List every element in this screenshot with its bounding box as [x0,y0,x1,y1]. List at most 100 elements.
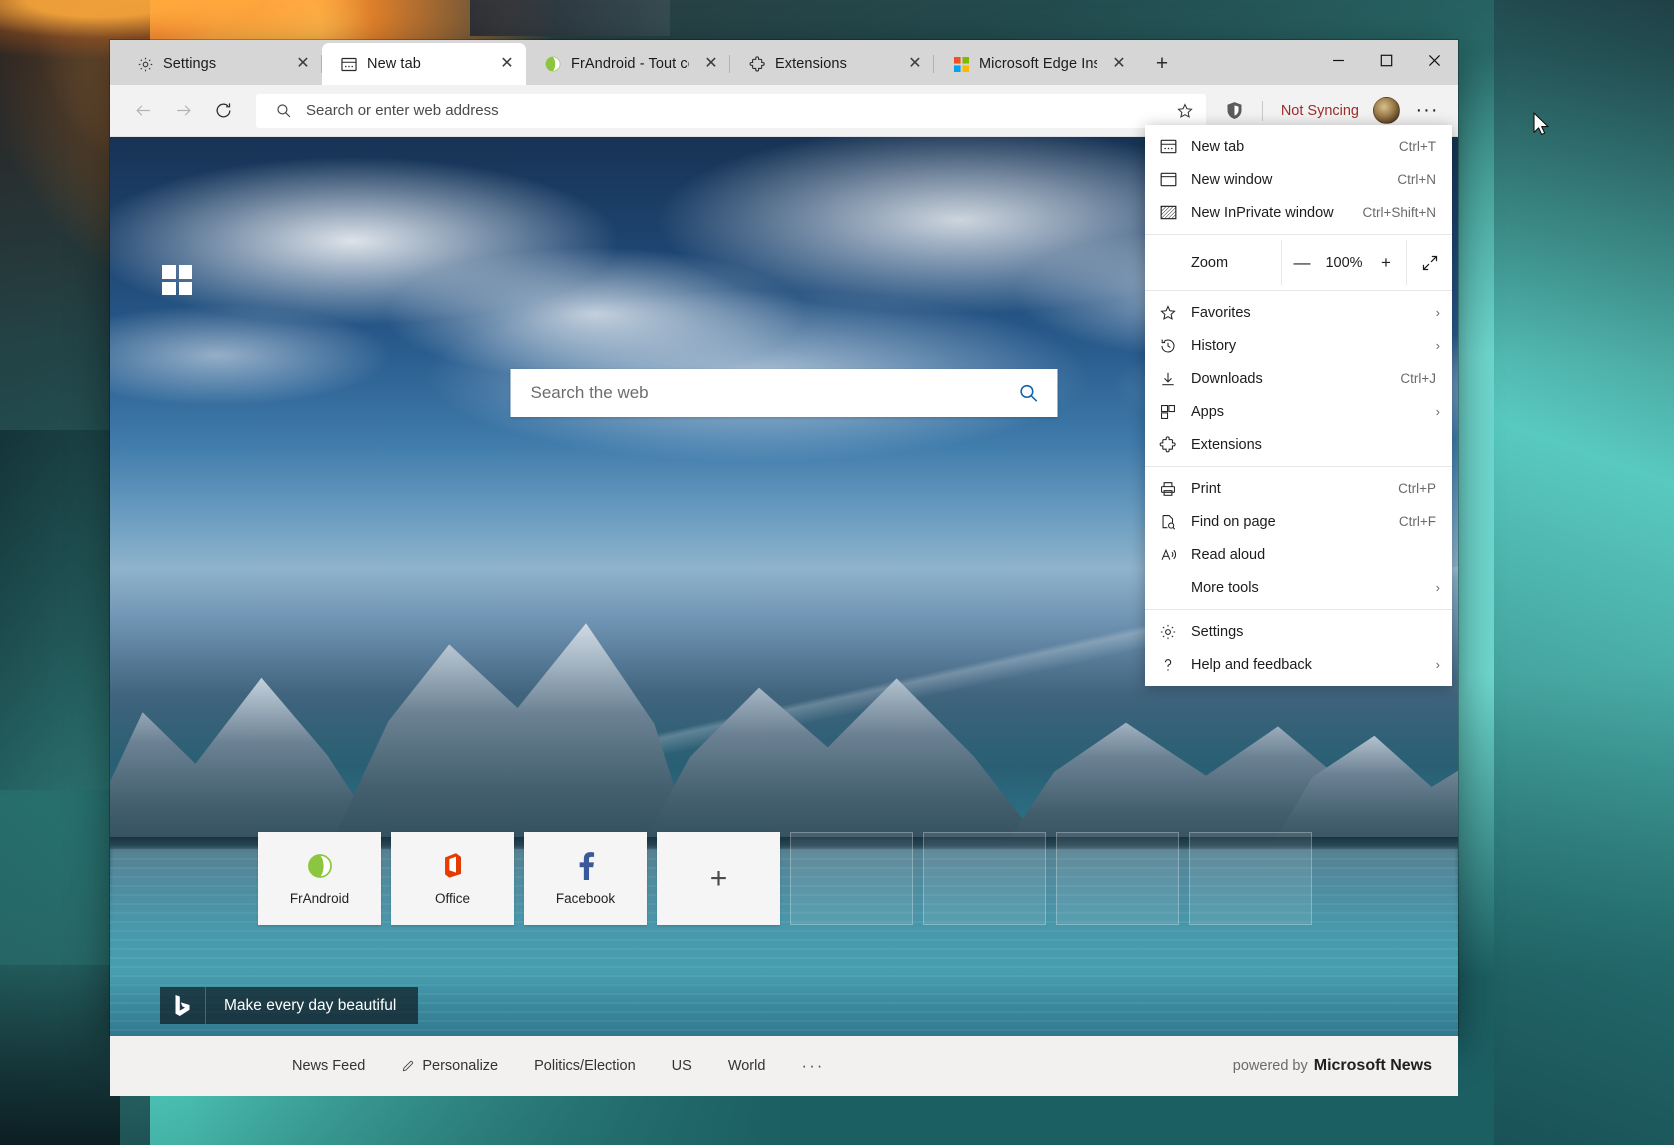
menu-divider [1145,609,1452,610]
inprivate-icon [1145,205,1191,220]
tab-close-icon[interactable]: ✕ [494,51,520,77]
window-controls [1314,40,1458,80]
zoom-out-button[interactable]: — [1284,241,1320,285]
zoom-value: 100% [1325,254,1363,271]
forward-arrow-icon[interactable] [164,92,202,130]
web-search-input[interactable]: Search the web [531,383,1014,403]
menu-item-history[interactable]: History › [1145,329,1452,362]
tab-close-icon[interactable]: ✕ [902,51,928,77]
menu-item-label: Print [1191,480,1221,497]
menu-item-shortcut: Ctrl+T [1398,139,1436,154]
tab-new-tab[interactable]: New tab ✕ [322,43,526,85]
menu-item-new-window[interactable]: New window Ctrl+N [1145,163,1452,196]
news-more-button[interactable]: ··· [801,1056,824,1076]
news-link-label: Personalize [422,1058,499,1074]
web-search-box[interactable]: Search the web [510,369,1058,417]
menu-item-find-on-page[interactable]: Find on page Ctrl+F [1145,505,1452,538]
news-link-world[interactable]: World [728,1058,766,1074]
office-icon [440,852,466,880]
address-input[interactable]: Search or enter web address [294,102,1170,119]
empty-tile[interactable] [1189,832,1312,925]
sync-status-label[interactable]: Not Syncing [1273,103,1367,119]
tab-microsoft-edge-insider-addons[interactable]: Microsoft Edge Insider Addo ✕ [934,43,1138,85]
settings-and-more-menu: New tab Ctrl+T New window Ctrl+N New InP… [1145,125,1452,686]
back-arrow-icon[interactable] [124,92,162,130]
news-link-news-feed[interactable]: News Feed [292,1058,365,1074]
tab-close-icon[interactable]: ✕ [290,51,316,77]
menu-item-more-tools[interactable]: More tools › [1145,571,1452,604]
empty-tile[interactable] [923,832,1046,925]
news-link-us[interactable]: US [672,1058,692,1074]
quick-links: FrAndroid Office Facebook + [258,832,1312,925]
quick-link-tile[interactable]: Office [391,832,514,925]
tab-close-icon[interactable]: ✕ [1106,51,1132,77]
menu-item-extensions[interactable]: Extensions [1145,428,1452,461]
menu-zoom-row: Zoom — 100% + [1145,240,1452,285]
zoom-in-button[interactable]: + [1368,241,1404,285]
add-quick-link-tile[interactable]: + [657,832,780,925]
menu-item-apps[interactable]: Apps › [1145,395,1452,428]
star-icon[interactable] [1170,96,1200,126]
bing-icon [160,987,206,1024]
menu-item-downloads[interactable]: Downloads Ctrl+J [1145,362,1452,395]
empty-tile[interactable] [1056,832,1179,925]
find-icon [1145,513,1191,531]
news-link-politics-election[interactable]: Politics/Election [534,1058,636,1074]
menu-item-label: Favorites [1191,304,1251,321]
menu-item-help-and-feedback[interactable]: Help and feedback › [1145,648,1452,681]
menu-item-settings[interactable]: Settings [1145,615,1452,648]
printer-icon [1145,480,1191,498]
shield-icon[interactable] [1218,94,1252,128]
quick-link-tile[interactable]: FrAndroid [258,832,381,925]
menu-item-label: History [1191,337,1237,354]
menu-item-label: Downloads [1191,370,1263,387]
puzzle-icon [1145,435,1191,454]
powered-by-prefix: powered by [1232,1058,1308,1074]
menu-divider [1145,234,1452,235]
fullscreen-button[interactable] [1406,240,1452,285]
bing-banner-text: Make every day beautiful [224,996,397,1014]
newtab-icon [1145,139,1191,154]
menu-item-print[interactable]: Print Ctrl+P [1145,472,1452,505]
tab-extensions[interactable]: Extensions ✕ [730,43,934,85]
pencil-icon [401,1059,415,1073]
chevron-right-icon: › [1435,580,1440,595]
close-button[interactable] [1410,40,1458,80]
wallpaper-stroke [0,965,120,1145]
minimize-button[interactable] [1314,40,1362,80]
maximize-button[interactable] [1362,40,1410,80]
tab-settings[interactable]: Settings ✕ [118,43,322,85]
bing-wallpaper-banner[interactable]: Make every day beautiful [160,987,419,1024]
menu-item-new-tab[interactable]: New tab Ctrl+T [1145,130,1452,163]
chevron-right-icon: › [1435,305,1440,320]
address-bar[interactable]: Search or enter web address [256,93,1206,128]
menu-item-read-aloud[interactable]: Read aloud [1145,538,1452,571]
window-icon [1145,172,1191,187]
menu-item-label: Find on page [1191,513,1276,530]
avatar[interactable] [1373,97,1400,124]
facebook-icon [575,851,597,880]
menu-item-favorites[interactable]: Favorites › [1145,296,1452,329]
menu-divider [1145,290,1452,291]
search-icon[interactable] [1014,382,1044,404]
menu-item-shortcut: Ctrl+F [1398,514,1436,529]
menu-divider [1145,466,1452,467]
news-link-personalize[interactable]: Personalize [401,1058,498,1074]
settings-and-more-button[interactable]: ··· [1408,92,1446,130]
tab-strip: Settings ✕ New tab ✕ FrAndroid - Tout c … [110,40,1458,85]
tab-frandroid[interactable]: FrAndroid - Tout ce qu'il faut ✕ [526,43,730,85]
read-aloud-icon [1145,546,1191,564]
news-links: News Feed Personalize Politics/Election … [110,1056,824,1076]
tab-close-icon[interactable]: ✕ [698,51,724,77]
menu-item-label: New InPrivate window [1191,204,1334,221]
empty-tile[interactable] [790,832,913,925]
quick-link-tile[interactable]: Facebook [524,832,647,925]
chevron-right-icon: › [1435,404,1440,419]
menu-item-new-inprivate-window[interactable]: New InPrivate window Ctrl+Shift+N [1145,196,1452,229]
quick-link-label: Facebook [555,890,616,906]
tab-label: FrAndroid - Tout ce qu'il faut [571,56,689,72]
frandroid-icon [544,55,562,73]
refresh-icon[interactable] [204,92,242,130]
new-tab-button[interactable]: + [1144,46,1180,82]
gear-icon [136,55,154,73]
